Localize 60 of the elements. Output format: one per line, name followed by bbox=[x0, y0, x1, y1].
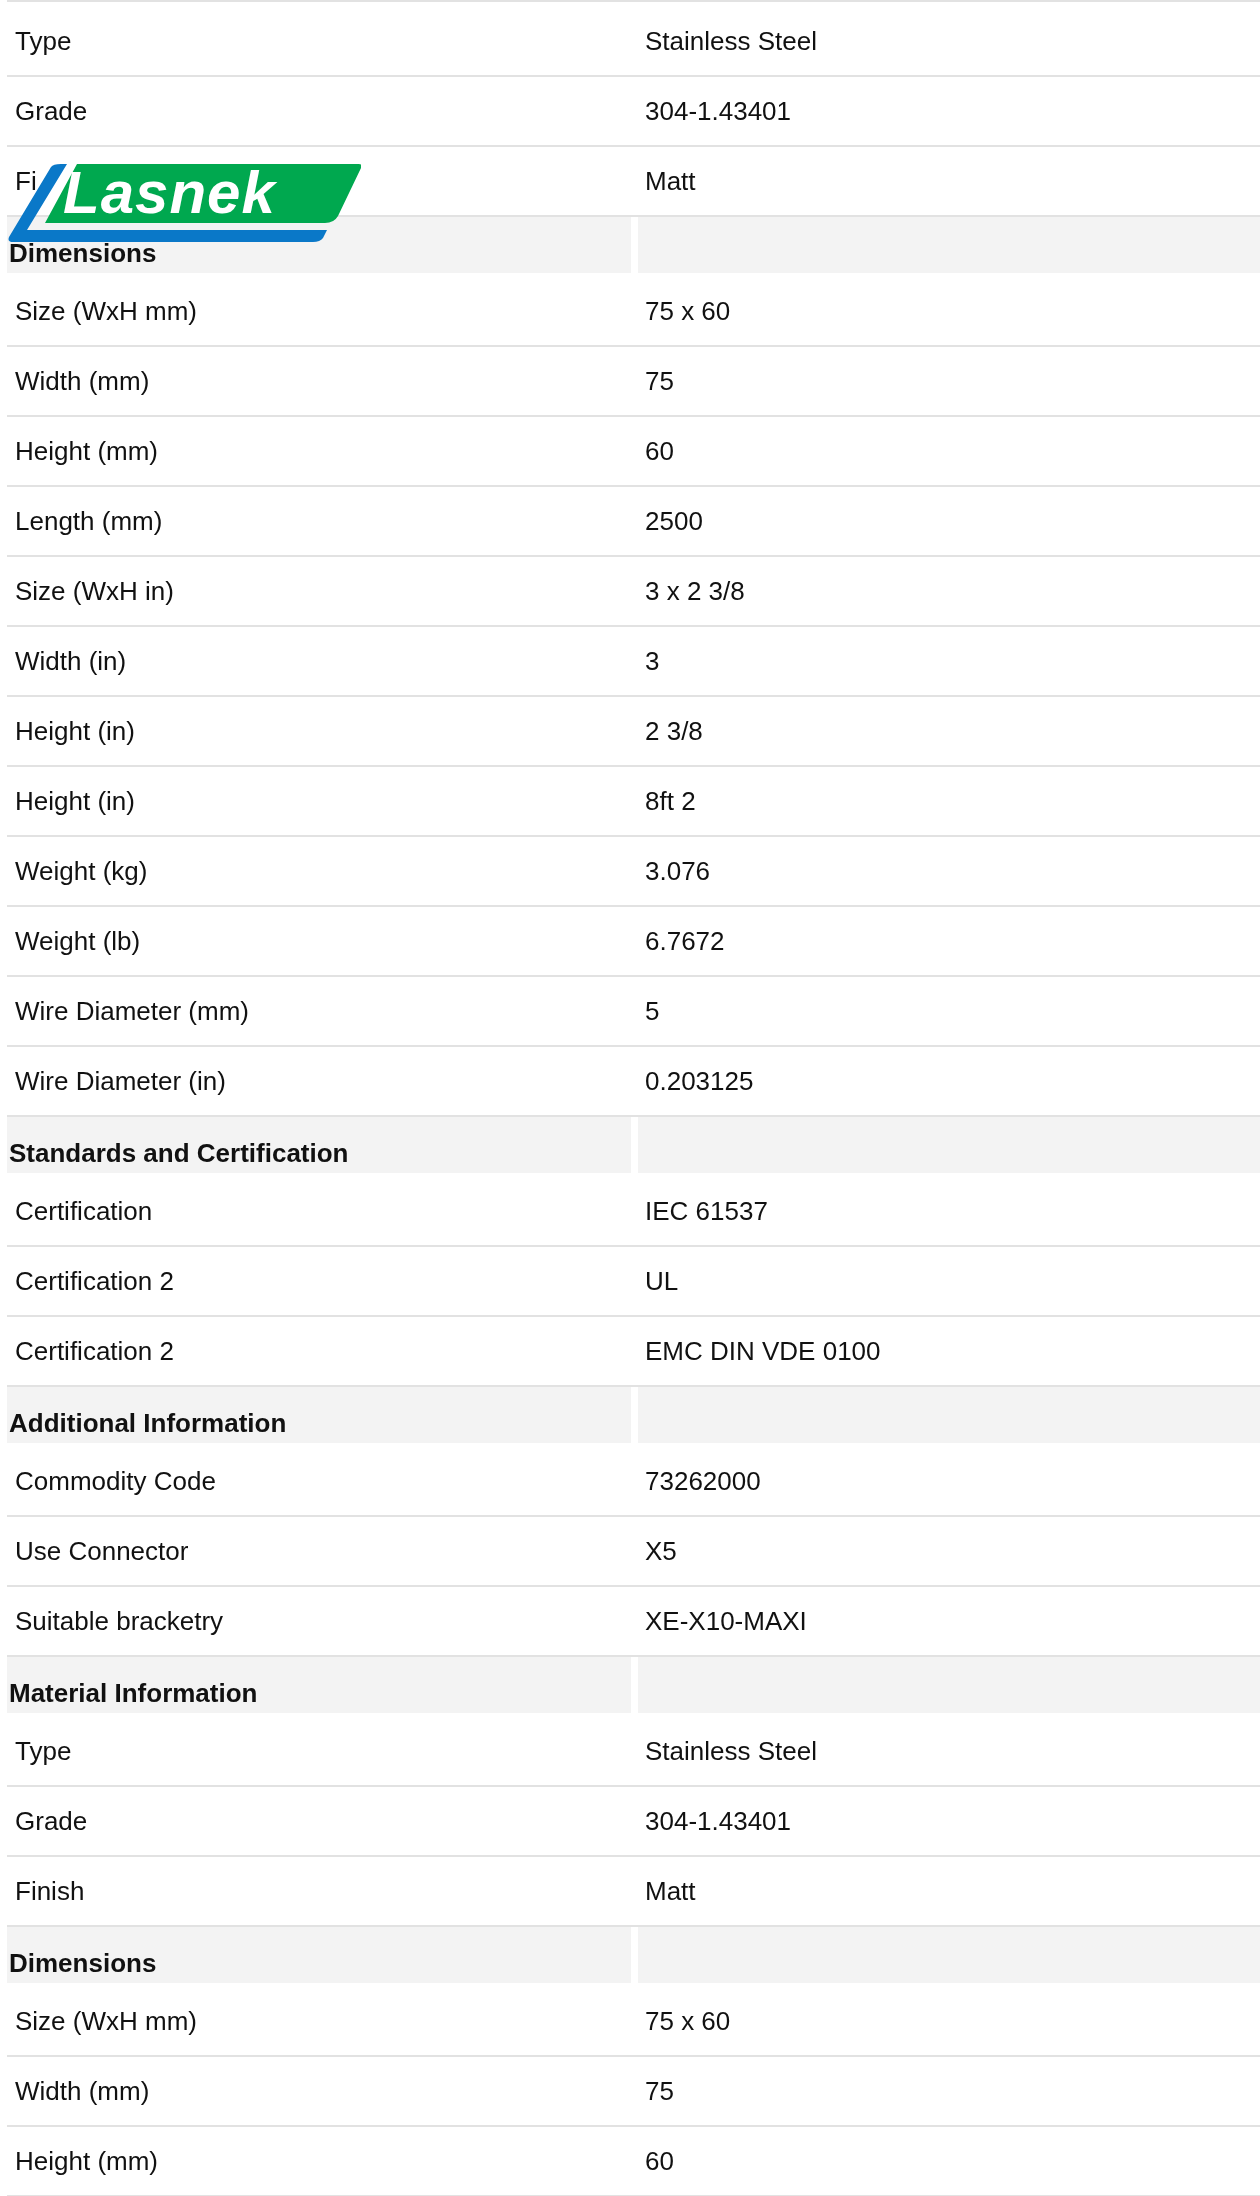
spec-label: Type bbox=[15, 1735, 72, 1767]
spec-value: 304-1.43401 bbox=[645, 95, 792, 127]
spec-value: Stainless Steel bbox=[645, 1735, 817, 1767]
spec-label: Width (mm) bbox=[15, 365, 150, 397]
spec-value: Matt bbox=[645, 1875, 696, 1907]
spec-value: 5 bbox=[645, 995, 660, 1027]
spec-label: Height (in) bbox=[15, 785, 135, 817]
spec-label: Height (mm) bbox=[15, 2145, 158, 2177]
spec-value: 6.7672 bbox=[645, 925, 725, 957]
spec-value: X5 bbox=[645, 1535, 677, 1567]
spec-label: Length (mm) bbox=[15, 505, 163, 537]
section-heading: Dimensions bbox=[9, 1947, 157, 1979]
spec-value: Stainless Steel bbox=[645, 25, 817, 57]
section-heading: Dimensions bbox=[9, 237, 157, 269]
spec-label: Suitable bracketry bbox=[15, 1605, 224, 1637]
section-heading: Standards and Certification bbox=[9, 1137, 349, 1169]
spec-value: 3 x 2 3/8 bbox=[645, 575, 745, 607]
spec-value: Matt bbox=[645, 165, 696, 197]
spec-label: Wire Diameter (mm) bbox=[15, 995, 249, 1027]
spec-label: Use Connector bbox=[15, 1535, 189, 1567]
spec-label: Width (in) bbox=[15, 645, 127, 677]
spec-label: Certification 2 bbox=[15, 1335, 174, 1367]
spec-value: 75 x 60 bbox=[645, 295, 731, 327]
spec-label: Weight (lb) bbox=[15, 925, 141, 957]
spec-label: Wire Diameter (in) bbox=[15, 1065, 226, 1097]
spec-label: Height (mm) bbox=[15, 435, 158, 467]
spec-label: Certification 2 bbox=[15, 1265, 174, 1297]
spec-value: 0.203125 bbox=[645, 1065, 754, 1097]
spec-label: Weight (kg) bbox=[15, 855, 148, 887]
spec-label: Type bbox=[15, 25, 72, 57]
spec-label: Width (mm) bbox=[15, 2075, 150, 2107]
spec-value: XE-X10-MAXI bbox=[645, 1605, 807, 1637]
spec-label: Size (WxH mm) bbox=[15, 2005, 197, 2037]
spec-value: 73262000 bbox=[645, 1465, 761, 1497]
logo-text: Lasnek bbox=[63, 160, 276, 226]
spec-value: 75 bbox=[645, 365, 674, 397]
spec-label: Fi bbox=[15, 165, 37, 197]
spec-label: Commodity Code bbox=[15, 1465, 216, 1497]
spec-value: IEC 61537 bbox=[645, 1195, 768, 1227]
spec-value: UL bbox=[645, 1265, 679, 1297]
spec-value: 3.076 bbox=[645, 855, 711, 887]
spec-value: 2500 bbox=[645, 505, 703, 537]
spec-label: Grade bbox=[15, 1805, 88, 1837]
spec-label: Size (WxH mm) bbox=[15, 295, 197, 327]
spec-value: 60 bbox=[645, 2145, 674, 2177]
spec-value: EMC DIN VDE 0100 bbox=[645, 1335, 881, 1367]
spec-value: 60 bbox=[645, 435, 674, 467]
spec-value: 75 x 60 bbox=[645, 2005, 731, 2037]
spec-label: Size (WxH in) bbox=[15, 575, 174, 607]
spec-value: 2 3/8 bbox=[645, 715, 703, 747]
spec-value: 304-1.43401 bbox=[645, 1805, 792, 1837]
spec-label: Certification bbox=[15, 1195, 153, 1227]
spec-value: 75 bbox=[645, 2075, 674, 2107]
section-heading: Additional Information bbox=[9, 1407, 287, 1439]
spec-label: Finish bbox=[15, 1875, 85, 1907]
spec-value: 3 bbox=[645, 645, 660, 677]
spec-label: Grade bbox=[15, 95, 88, 127]
spec-label: Height (in) bbox=[15, 715, 135, 747]
section-heading: Material Information bbox=[9, 1677, 258, 1709]
spec-value: 8ft 2 bbox=[645, 785, 696, 817]
